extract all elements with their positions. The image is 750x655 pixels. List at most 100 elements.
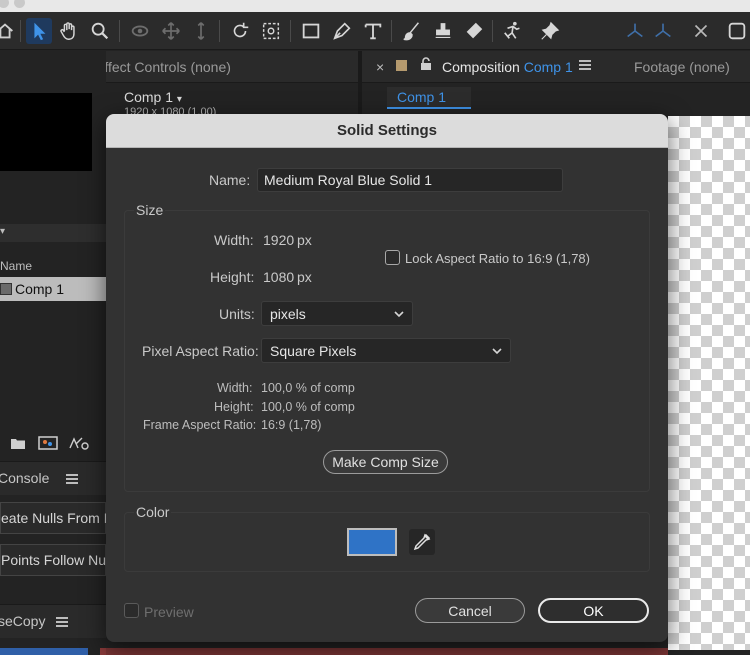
toolbar-divider xyxy=(290,20,291,42)
project-comp-name: Comp 1 xyxy=(124,89,174,105)
window-titlebar xyxy=(0,0,750,12)
new-composition-icon[interactable] xyxy=(38,435,58,451)
home-icon[interactable] xyxy=(0,18,18,44)
type-icon[interactable] xyxy=(360,18,386,44)
pixel-aspect-selected: Square Pixels xyxy=(270,342,357,359)
lock-icon[interactable] xyxy=(420,57,432,74)
name-field[interactable]: Medium Royal Blue Solid 1 xyxy=(257,168,563,192)
pixel-aspect-label: Pixel Aspect Ratio: xyxy=(142,343,259,359)
composition-tab-prefix: Composition xyxy=(442,59,520,75)
effect-controls-header: Effect Controls (none) xyxy=(80,51,358,83)
preview-checkbox[interactable] xyxy=(124,603,139,618)
name-label: Name: xyxy=(209,172,251,188)
project-comp-size: 1920 x 1080 (1,00) xyxy=(124,106,217,114)
hamburger-icon[interactable] xyxy=(56,617,68,629)
project-settings-icon[interactable] xyxy=(68,435,92,451)
lock-aspect-label: Lock Aspect Ratio to 16:9 (1,78) xyxy=(405,251,590,266)
create-nulls-button[interactable]: eate Nulls From P xyxy=(0,502,113,534)
pixel-aspect-select[interactable]: Square Pixels xyxy=(261,338,511,363)
units-selected: pixels xyxy=(270,305,306,322)
console-panel-header: Console xyxy=(0,461,106,495)
cancel-button[interactable]: Cancel xyxy=(415,598,525,623)
list-header-name: Name xyxy=(0,259,33,273)
width-value[interactable]: 1920 xyxy=(263,232,294,248)
pan-camera-icon[interactable] xyxy=(158,18,184,44)
info-height-label: Height: xyxy=(214,400,254,414)
points-follow-nulls-button[interactable]: Points Follow Nul xyxy=(0,544,110,576)
comp-breadcrumb[interactable]: Comp 1 xyxy=(387,87,471,109)
tab-footage[interactable]: Footage (none) xyxy=(634,59,730,75)
rotate-icon[interactable] xyxy=(227,18,253,44)
composition-viewer-transparency[interactable] xyxy=(668,116,750,650)
close-icon[interactable]: × xyxy=(376,59,384,75)
make-comp-size-button[interactable]: Make Comp Size xyxy=(323,450,448,474)
height-label: Height: xyxy=(210,269,255,285)
comp-breadcrumb-label: Comp 1 xyxy=(397,89,447,105)
tab-bottom[interactable]: seCopy xyxy=(0,613,45,629)
project-search-bar[interactable]: ▾ xyxy=(0,224,106,242)
snapping-checkbox[interactable] xyxy=(724,18,750,44)
toolbar-divider xyxy=(492,20,493,42)
create-nulls-label: eate Nulls From P xyxy=(1,510,114,526)
composition-tab-name: Comp 1 xyxy=(523,59,573,75)
composition-icon xyxy=(0,283,12,295)
project-footer-icons xyxy=(0,434,106,454)
info-width-value: 100,0 % of comp xyxy=(261,381,355,395)
timeline-bar-blue xyxy=(0,648,88,655)
orbit-camera-icon[interactable] xyxy=(127,18,153,44)
chevron-down-icon[interactable]: ▾ xyxy=(177,94,182,105)
selection-arrow-icon[interactable] xyxy=(26,18,52,44)
dialog-title: Solid Settings xyxy=(106,114,668,148)
hand-icon[interactable] xyxy=(56,18,82,44)
eyedropper-icon[interactable] xyxy=(409,529,435,555)
info-frame-aspect-value: 16:9 (1,78) xyxy=(261,418,322,432)
tab-console[interactable]: Console xyxy=(0,470,49,486)
toolbar-divider xyxy=(20,20,21,42)
pen-icon[interactable] xyxy=(329,18,355,44)
composition-color-label xyxy=(396,60,407,71)
tab-composition[interactable]: Composition Comp 1 xyxy=(442,59,573,75)
height-unit: px xyxy=(297,269,312,285)
height-value[interactable]: 1080 xyxy=(263,269,294,285)
hamburger-icon[interactable] xyxy=(66,474,78,486)
width-label: Width: xyxy=(214,232,254,248)
window-control-dot[interactable] xyxy=(14,0,25,8)
window-control-dot[interactable] xyxy=(0,0,9,8)
project-panel: ▾ Name Comp 1 Console eate Nulls From P … xyxy=(0,51,113,655)
3d-view-icon[interactable] xyxy=(622,18,648,44)
brush-icon[interactable] xyxy=(399,18,425,44)
tools-toolbar xyxy=(0,12,750,50)
anchor-point-icon[interactable] xyxy=(258,18,284,44)
clone-stamp-icon[interactable] xyxy=(430,18,456,44)
folder-icon[interactable] xyxy=(10,436,26,450)
comp-thumbnail xyxy=(0,93,92,171)
chevron-down-icon[interactable]: ▾ xyxy=(0,226,5,237)
project-comp-title: Comp 1 ▾ xyxy=(124,89,182,105)
composition-panel-header: × Composition Comp 1 Footage (none) xyxy=(362,51,750,83)
puppet-pin-icon[interactable] xyxy=(537,18,563,44)
snapping-icon[interactable] xyxy=(688,18,714,44)
eraser-icon[interactable] xyxy=(461,18,487,44)
points-follow-label: Points Follow Nul xyxy=(1,552,110,568)
chevron-down-icon xyxy=(394,311,404,318)
info-width-label: Width: xyxy=(217,381,253,395)
tab-effect-controls[interactable]: Effect Controls (none) xyxy=(95,59,231,75)
info-frame-aspect-label: Frame Aspect Ratio: xyxy=(143,418,257,432)
size-group-label: Size xyxy=(134,202,166,218)
preview-label: Preview xyxy=(144,604,194,620)
project-list-item[interactable]: Comp 1 xyxy=(0,277,106,301)
toolbar-divider xyxy=(219,20,220,42)
toolbar-divider xyxy=(119,20,120,42)
ok-button[interactable]: OK xyxy=(538,598,649,623)
zoom-icon[interactable] xyxy=(87,18,113,44)
roto-brush-icon[interactable] xyxy=(500,18,526,44)
rectangle-icon[interactable] xyxy=(298,18,324,44)
color-swatch[interactable] xyxy=(347,528,397,556)
chevron-down-icon xyxy=(492,348,502,355)
hamburger-icon[interactable] xyxy=(579,60,591,72)
dolly-camera-icon[interactable] xyxy=(188,18,214,44)
units-select[interactable]: pixels xyxy=(261,301,413,326)
3d-axis-icon[interactable] xyxy=(650,18,676,44)
timeline-bar-red xyxy=(106,648,668,655)
lock-aspect-checkbox[interactable] xyxy=(385,250,400,265)
